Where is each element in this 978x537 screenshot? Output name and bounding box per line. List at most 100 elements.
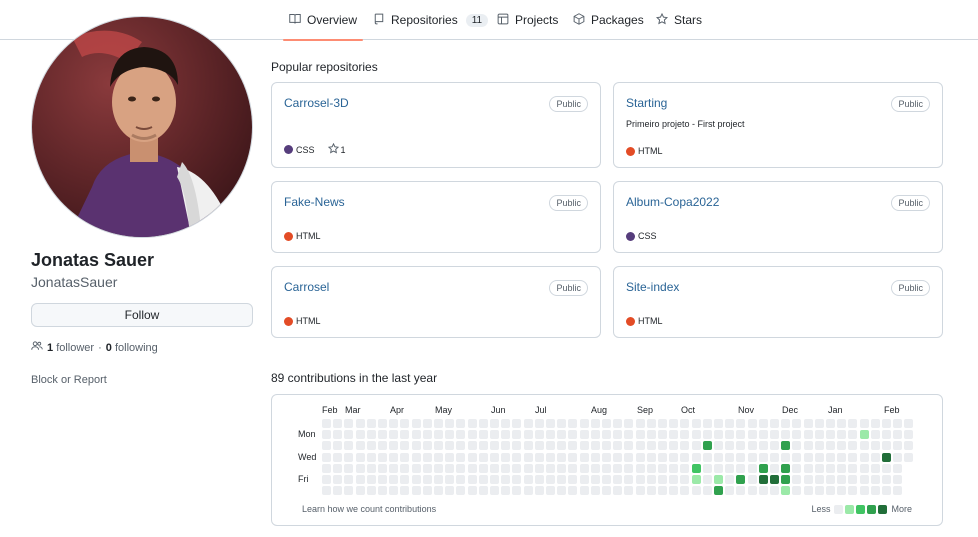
contribution-day-cell[interactable]: [702, 452, 712, 462]
contribution-day-cell[interactable]: [669, 452, 679, 462]
contribution-day-cell[interactable]: [344, 452, 354, 462]
contribution-day-cell[interactable]: [658, 441, 667, 451]
contribution-day-cell[interactable]: [814, 475, 824, 484]
contribution-day-cell[interactable]: [702, 441, 712, 451]
contribution-day-cell[interactable]: [546, 463, 555, 473]
contribution-day-cell[interactable]: [422, 419, 432, 428]
contribution-day-cell[interactable]: [355, 486, 365, 496]
repo-link[interactable]: Carrosel-3D: [284, 96, 349, 110]
contribution-day-cell[interactable]: [781, 486, 791, 496]
contribution-day-cell[interactable]: [747, 463, 757, 473]
following-link[interactable]: 0 following: [106, 342, 158, 354]
contribution-day-cell[interactable]: [792, 463, 802, 473]
contribution-day-cell[interactable]: [658, 419, 667, 428]
contribution-day-cell[interactable]: [714, 486, 723, 496]
contribution-day-cell[interactable]: [422, 486, 432, 496]
contribution-day-cell[interactable]: [434, 441, 443, 451]
contribution-day-cell[interactable]: [736, 452, 746, 462]
contribution-day-cell[interactable]: [389, 419, 399, 428]
contribution-day-cell[interactable]: [434, 419, 443, 428]
contribution-day-cell[interactable]: [870, 452, 880, 462]
contribution-day-cell[interactable]: [792, 441, 802, 451]
contribution-day-cell[interactable]: [770, 463, 779, 473]
contribution-day-cell[interactable]: [758, 430, 768, 440]
contribution-day-cell[interactable]: [803, 475, 813, 484]
contribution-day-cell[interactable]: [624, 486, 634, 496]
contribution-day-cell[interactable]: [322, 475, 331, 484]
followers-link[interactable]: 1 follower: [47, 342, 94, 354]
contribution-day-cell[interactable]: [669, 441, 679, 451]
contribution-day-cell[interactable]: [355, 441, 365, 451]
contribution-day-cell[interactable]: [613, 452, 623, 462]
contribution-day-cell[interactable]: [747, 430, 757, 440]
contribution-day-cell[interactable]: [590, 430, 600, 440]
contribution-day-cell[interactable]: [781, 463, 791, 473]
contribution-day-cell[interactable]: [781, 419, 791, 428]
contribution-day-cell[interactable]: [602, 441, 611, 451]
contribution-day-cell[interactable]: [434, 463, 443, 473]
contribution-day-cell[interactable]: [893, 452, 903, 462]
contribution-day-cell[interactable]: [859, 486, 869, 496]
contribution-day-cell[interactable]: [770, 475, 779, 484]
contribution-day-cell[interactable]: [378, 419, 387, 428]
contribution-day-cell[interactable]: [826, 419, 835, 428]
contribution-day-cell[interactable]: [534, 463, 544, 473]
contribution-day-cell[interactable]: [747, 419, 757, 428]
contribution-day-cell[interactable]: [355, 452, 365, 462]
contribution-day-cell[interactable]: [624, 430, 634, 440]
contribution-day-cell[interactable]: [579, 463, 589, 473]
contribution-day-cell[interactable]: [882, 419, 891, 428]
contribution-day-cell[interactable]: [434, 430, 443, 440]
contribution-day-cell[interactable]: [781, 452, 791, 462]
contribution-day-cell[interactable]: [635, 430, 645, 440]
contribution-day-cell[interactable]: [893, 430, 903, 440]
contribution-day-cell[interactable]: [490, 430, 499, 440]
contribution-day-cell[interactable]: [770, 441, 779, 451]
contribution-day-cell[interactable]: [725, 452, 735, 462]
contribution-day-cell[interactable]: [859, 452, 869, 462]
contribution-day-cell[interactable]: [512, 463, 522, 473]
contribution-day-cell[interactable]: [333, 419, 343, 428]
contribution-day-cell[interactable]: [590, 475, 600, 484]
contribution-day-cell[interactable]: [882, 463, 891, 473]
contribution-day-cell[interactable]: [333, 486, 343, 496]
contribution-day-cell[interactable]: [590, 419, 600, 428]
contribution-day-cell[interactable]: [579, 475, 589, 484]
contribution-day-cell[interactable]: [501, 419, 511, 428]
contribution-day-cell[interactable]: [803, 430, 813, 440]
contribution-day-cell[interactable]: [624, 452, 634, 462]
contribution-day-cell[interactable]: [478, 452, 488, 462]
contribution-day-cell[interactable]: [904, 419, 914, 428]
contribution-day-cell[interactable]: [501, 430, 511, 440]
contribution-day-cell[interactable]: [870, 475, 880, 484]
contribution-day-cell[interactable]: [523, 419, 533, 428]
contribution-day-cell[interactable]: [411, 430, 421, 440]
contribution-day-cell[interactable]: [714, 441, 723, 451]
contribution-day-cell[interactable]: [512, 486, 522, 496]
contribution-day-cell[interactable]: [747, 441, 757, 451]
contribution-day-cell[interactable]: [546, 419, 555, 428]
learn-contributions-link[interactable]: Learn how we count contributions: [302, 504, 436, 514]
contribution-day-cell[interactable]: [848, 419, 858, 428]
contribution-day-cell[interactable]: [646, 430, 656, 440]
contribution-day-cell[interactable]: [389, 486, 399, 496]
contribution-day-cell[interactable]: [669, 463, 679, 473]
contribution-day-cell[interactable]: [557, 463, 567, 473]
contribution-day-cell[interactable]: [322, 419, 331, 428]
contribution-day-cell[interactable]: [389, 475, 399, 484]
contribution-day-cell[interactable]: [478, 475, 488, 484]
contribution-day-cell[interactable]: [624, 463, 634, 473]
contribution-day-cell[interactable]: [389, 452, 399, 462]
contribution-day-cell[interactable]: [557, 475, 567, 484]
contribution-day-cell[interactable]: [758, 441, 768, 451]
tab-projects[interactable]: Projects: [497, 0, 558, 40]
contribution-day-cell[interactable]: [646, 486, 656, 496]
contribution-day-cell[interactable]: [366, 463, 376, 473]
contribution-day-cell[interactable]: [758, 419, 768, 428]
contribution-day-cell[interactable]: [378, 475, 387, 484]
contribution-day-cell[interactable]: [837, 486, 847, 496]
contribution-day-cell[interactable]: [366, 430, 376, 440]
tab-repositories[interactable]: Repositories 11: [373, 0, 489, 40]
contribution-day-cell[interactable]: [490, 463, 499, 473]
contribution-day-cell[interactable]: [848, 441, 858, 451]
